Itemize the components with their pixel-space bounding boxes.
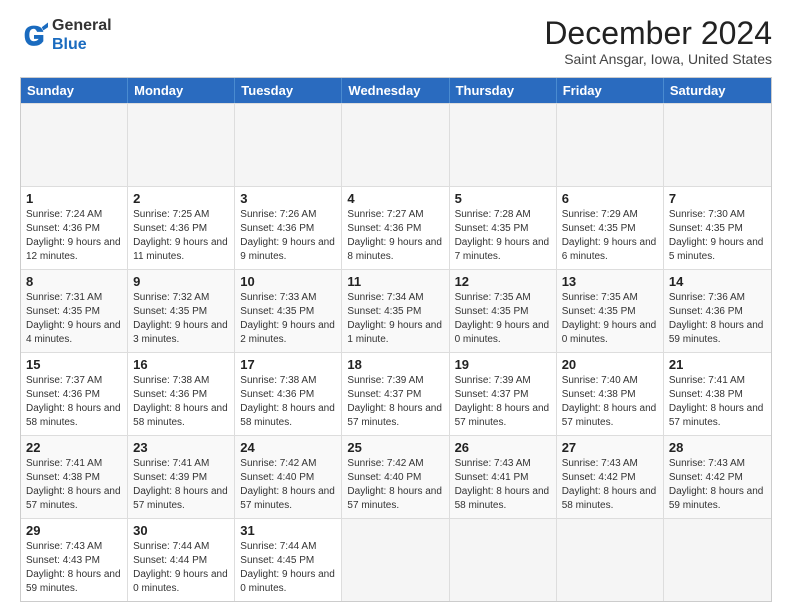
calendar-body: 1 Sunrise: 7:24 AMSunset: 4:36 PMDayligh… <box>21 103 771 601</box>
cell-dec16: 16 Sunrise: 7:38 AMSunset: 4:36 PMDaylig… <box>128 353 235 435</box>
cell-dec14: 14 Sunrise: 7:36 AMSunset: 4:36 PMDaylig… <box>664 270 771 352</box>
week-5: 22 Sunrise: 7:41 AMSunset: 4:38 PMDaylig… <box>21 435 771 518</box>
week-2: 1 Sunrise: 7:24 AMSunset: 4:36 PMDayligh… <box>21 186 771 269</box>
page-header: General Blue December 2024 Saint Ansgar,… <box>20 16 772 67</box>
week-4: 15 Sunrise: 7:37 AMSunset: 4:36 PMDaylig… <box>21 352 771 435</box>
cell-dec23: 23 Sunrise: 7:41 AMSunset: 4:39 PMDaylig… <box>128 436 235 518</box>
cell-dec17: 17 Sunrise: 7:38 AMSunset: 4:36 PMDaylig… <box>235 353 342 435</box>
logo-text: General Blue <box>52 16 112 54</box>
title-section: December 2024 Saint Ansgar, Iowa, United… <box>544 16 772 67</box>
cell-dec10: 10 Sunrise: 7:33 AMSunset: 4:35 PMDaylig… <box>235 270 342 352</box>
cell-empty <box>450 519 557 601</box>
cell-dec25: 25 Sunrise: 7:42 AMSunset: 4:40 PMDaylig… <box>342 436 449 518</box>
cell-dec11: 11 Sunrise: 7:34 AMSunset: 4:35 PMDaylig… <box>342 270 449 352</box>
cell-dec2: 2 Sunrise: 7:25 AMSunset: 4:36 PMDayligh… <box>128 187 235 269</box>
col-sunday: Sunday <box>21 78 128 103</box>
calendar-header: Sunday Monday Tuesday Wednesday Thursday… <box>21 78 771 103</box>
col-monday: Monday <box>128 78 235 103</box>
cell-dec22: 22 Sunrise: 7:41 AMSunset: 4:38 PMDaylig… <box>21 436 128 518</box>
subtitle: Saint Ansgar, Iowa, United States <box>544 51 772 67</box>
logo-icon <box>20 21 48 49</box>
cell-dec8: 8 Sunrise: 7:31 AMSunset: 4:35 PMDayligh… <box>21 270 128 352</box>
cell-dec4: 4 Sunrise: 7:27 AMSunset: 4:36 PMDayligh… <box>342 187 449 269</box>
cell-empty <box>450 104 557 186</box>
week-3: 8 Sunrise: 7:31 AMSunset: 4:35 PMDayligh… <box>21 269 771 352</box>
cell-dec27: 27 Sunrise: 7:43 AMSunset: 4:42 PMDaylig… <box>557 436 664 518</box>
cell-dec29: 29 Sunrise: 7:43 AMSunset: 4:43 PMDaylig… <box>21 519 128 601</box>
col-tuesday: Tuesday <box>235 78 342 103</box>
week-6: 29 Sunrise: 7:43 AMSunset: 4:43 PMDaylig… <box>21 518 771 601</box>
logo: General Blue <box>20 16 112 54</box>
cell-dec15: 15 Sunrise: 7:37 AMSunset: 4:36 PMDaylig… <box>21 353 128 435</box>
cell-dec31: 31 Sunrise: 7:44 AMSunset: 4:45 PMDaylig… <box>235 519 342 601</box>
cell-dec13: 13 Sunrise: 7:35 AMSunset: 4:35 PMDaylig… <box>557 270 664 352</box>
cell-dec20: 20 Sunrise: 7:40 AMSunset: 4:38 PMDaylig… <box>557 353 664 435</box>
cell-empty <box>128 104 235 186</box>
cell-empty <box>342 519 449 601</box>
cell-dec19: 19 Sunrise: 7:39 AMSunset: 4:37 PMDaylig… <box>450 353 557 435</box>
week-1 <box>21 103 771 186</box>
cell-dec3: 3 Sunrise: 7:26 AMSunset: 4:36 PMDayligh… <box>235 187 342 269</box>
cell-dec26: 26 Sunrise: 7:43 AMSunset: 4:41 PMDaylig… <box>450 436 557 518</box>
cell-dec6: 6 Sunrise: 7:29 AMSunset: 4:35 PMDayligh… <box>557 187 664 269</box>
logo-blue: Blue <box>52 36 87 53</box>
col-saturday: Saturday <box>664 78 771 103</box>
calendar: Sunday Monday Tuesday Wednesday Thursday… <box>20 77 772 602</box>
cell-empty <box>21 104 128 186</box>
cell-dec21: 21 Sunrise: 7:41 AMSunset: 4:38 PMDaylig… <box>664 353 771 435</box>
cell-empty <box>235 104 342 186</box>
cell-empty <box>664 104 771 186</box>
logo-general: General <box>52 17 112 34</box>
cell-dec30: 30 Sunrise: 7:44 AMSunset: 4:44 PMDaylig… <box>128 519 235 601</box>
cell-empty <box>342 104 449 186</box>
cell-empty <box>664 519 771 601</box>
cell-dec1: 1 Sunrise: 7:24 AMSunset: 4:36 PMDayligh… <box>21 187 128 269</box>
col-wednesday: Wednesday <box>342 78 449 103</box>
cell-dec5: 5 Sunrise: 7:28 AMSunset: 4:35 PMDayligh… <box>450 187 557 269</box>
cell-dec9: 9 Sunrise: 7:32 AMSunset: 4:35 PMDayligh… <box>128 270 235 352</box>
col-thursday: Thursday <box>450 78 557 103</box>
cell-dec7: 7 Sunrise: 7:30 AMSunset: 4:35 PMDayligh… <box>664 187 771 269</box>
cell-dec12: 12 Sunrise: 7:35 AMSunset: 4:35 PMDaylig… <box>450 270 557 352</box>
col-friday: Friday <box>557 78 664 103</box>
cell-empty <box>557 519 664 601</box>
cell-dec28: 28 Sunrise: 7:43 AMSunset: 4:42 PMDaylig… <box>664 436 771 518</box>
main-title: December 2024 <box>544 16 772 51</box>
cell-empty <box>557 104 664 186</box>
cell-dec18: 18 Sunrise: 7:39 AMSunset: 4:37 PMDaylig… <box>342 353 449 435</box>
cell-dec24: 24 Sunrise: 7:42 AMSunset: 4:40 PMDaylig… <box>235 436 342 518</box>
